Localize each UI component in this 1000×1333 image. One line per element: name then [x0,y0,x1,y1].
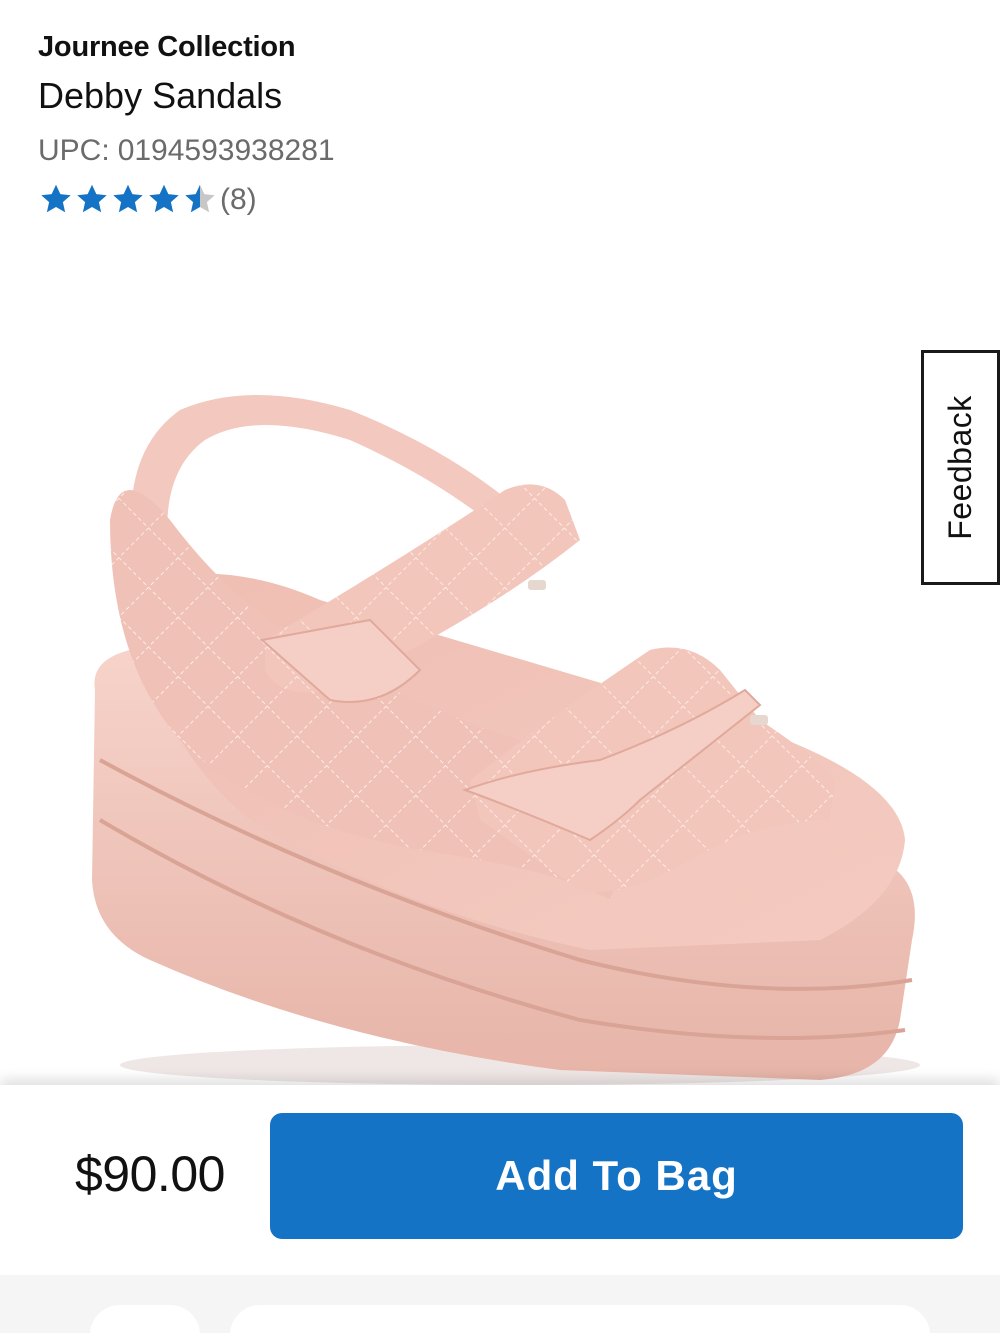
price: $90.00 [75,1146,225,1202]
partial-button [90,1305,200,1333]
brand-name[interactable]: Journee Collection [38,30,898,64]
purchase-bar: $90.00 Add To Bag [0,1085,1000,1275]
upc-row: UPC: 0194593938281 [38,134,898,168]
lower-strip [0,1275,1000,1333]
product-title: Debby Sandals [38,75,283,116]
upc-label: UPC: [38,134,110,167]
feedback-tab[interactable]: Feedback [921,350,1000,585]
product-header: Journee Collection Debby Sandals UPC: 019… [38,30,898,220]
star-rating [38,182,218,218]
rating-row[interactable]: (8) [38,180,898,220]
review-count[interactable]: (8) [220,183,257,217]
star-icon [77,184,107,213]
upc-value: 0194593938281 [117,134,335,167]
add-to-bag-button[interactable]: Add To Bag [270,1113,963,1239]
star-icon [41,184,71,213]
star-icon [113,184,143,213]
partial-button [230,1305,930,1333]
feedback-label: Feedback [942,395,978,540]
product-image-area[interactable] [0,260,1000,1090]
product-image [92,395,920,1085]
star-icon [185,184,215,213]
star-icon [149,184,179,213]
